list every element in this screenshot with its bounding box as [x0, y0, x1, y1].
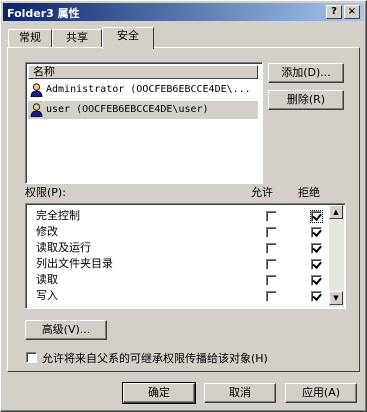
- inherit-checkbox-label: 允许将来自父系的可继承权限传播给该对象(H): [42, 352, 268, 365]
- cancel-button[interactable]: 取消: [204, 383, 276, 403]
- permission-row: 完全控制: [36, 208, 336, 224]
- permissions-label: 权限(P):: [25, 186, 66, 199]
- name-column-header[interactable]: 名称: [28, 65, 258, 79]
- tab-general[interactable]: 常规: [8, 29, 52, 47]
- allow-checkbox[interactable]: [266, 211, 277, 222]
- permission-name: 读取及运行: [36, 241, 91, 254]
- permission-row: 读取及运行: [36, 240, 336, 256]
- tab-label: 安全: [117, 29, 139, 42]
- allow-checkbox[interactable]: [266, 243, 277, 254]
- ok-button[interactable]: 确定: [122, 382, 196, 404]
- tab-sharing[interactable]: 共享: [52, 29, 102, 47]
- help-button[interactable]: ?: [326, 5, 342, 19]
- allow-checkbox[interactable]: [266, 291, 277, 302]
- close-button[interactable]: ×: [344, 5, 360, 19]
- list-item[interactable]: Administrator (OOCFEB6EBCCE4DE\...: [28, 81, 258, 99]
- scroll-down-arrow-icon[interactable]: ▼: [329, 291, 343, 305]
- deny-checkbox[interactable]: [311, 259, 322, 270]
- deny-checkbox[interactable]: [311, 243, 322, 254]
- remove-button[interactable]: 删除(R): [268, 90, 344, 110]
- permission-name: 修改: [36, 225, 58, 238]
- allow-checkbox[interactable]: [266, 227, 277, 238]
- deny-checkbox[interactable]: [310, 210, 323, 223]
- apply-button[interactable]: 应用(A): [285, 383, 357, 403]
- security-panel: 名称 Administrator (OOCFEB6EBCCE4DE\... us…: [7, 47, 360, 372]
- user-icon: [30, 83, 43, 97]
- advanced-button[interactable]: 高级(V)...: [25, 320, 107, 340]
- window-title: Folder3 属性: [7, 7, 80, 20]
- tab-label: 常规: [19, 31, 41, 44]
- permission-name: 完全控制: [36, 209, 80, 222]
- permission-name: 读取: [36, 273, 58, 286]
- user-name: Administrator (OOCFEB6EBCCE4DE\...: [46, 84, 251, 95]
- deny-checkbox[interactable]: [311, 291, 322, 302]
- user-icon: [30, 103, 43, 117]
- allow-checkbox[interactable]: [266, 275, 277, 286]
- user-name: user (OOCFEB6EBCCE4DE\user): [46, 104, 209, 115]
- permission-row: 修改: [36, 224, 336, 240]
- allow-checkbox[interactable]: [266, 259, 277, 270]
- vertical-scrollbar[interactable]: ▲ ▼: [329, 205, 344, 307]
- allow-column-header: 允许: [251, 186, 273, 199]
- inherit-checkbox[interactable]: [26, 352, 37, 363]
- properties-dialog: Folder3 属性 ? × 常规 共享 安全 名称 Administrator…: [0, 0, 367, 412]
- list-item[interactable]: user (OOCFEB6EBCCE4DE\user): [28, 101, 258, 119]
- permission-name: 列出文件夹目录: [36, 257, 113, 270]
- tab-security[interactable]: 安全: [102, 27, 154, 49]
- deny-column-header: 拒绝: [298, 186, 320, 199]
- permission-row: 写入: [36, 288, 336, 304]
- deny-checkbox[interactable]: [311, 275, 322, 286]
- scroll-up-arrow-icon[interactable]: ▲: [329, 205, 343, 219]
- permission-row: 读取: [36, 272, 336, 288]
- tab-label: 共享: [66, 31, 88, 44]
- title-bar[interactable]: Folder3 属性 ? ×: [3, 3, 364, 21]
- users-list[interactable]: 名称 Administrator (OOCFEB6EBCCE4DE\... us…: [25, 62, 263, 184]
- permissions-list: 完全控制 修改 读取及运行 列出文件夹目录 读取 写入 ▲ ▼: [25, 203, 346, 309]
- permission-row: 列出文件夹目录: [36, 256, 336, 272]
- add-button[interactable]: 添加(D)...: [268, 63, 344, 83]
- permission-name: 写入: [36, 289, 58, 302]
- deny-checkbox[interactable]: [311, 227, 322, 238]
